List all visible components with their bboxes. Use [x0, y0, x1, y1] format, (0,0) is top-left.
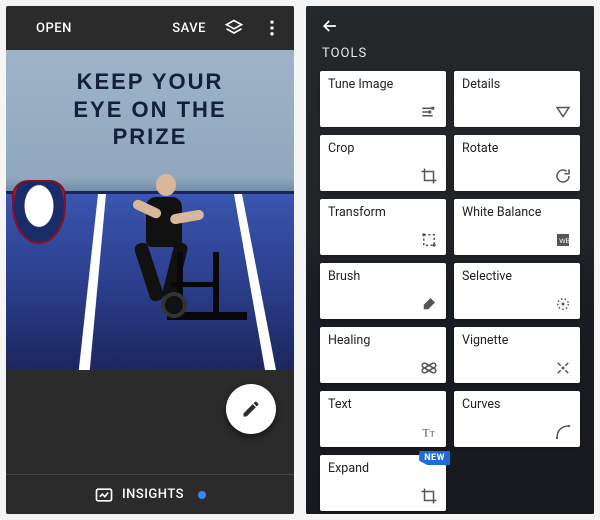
tool-label: Text [328, 397, 438, 412]
overlay-line-1: KEEP YOUR [6, 68, 294, 96]
layers-icon[interactable] [224, 18, 244, 38]
tool-label: Brush [328, 269, 438, 284]
tool-label: Healing [328, 333, 438, 348]
tool-transform[interactable]: Transform [320, 199, 446, 255]
vignette-icon [554, 359, 572, 377]
tools-header [320, 16, 580, 36]
tool-label: Expand [328, 461, 438, 476]
tool-details[interactable]: Details [454, 71, 580, 127]
overlay-line-3: PRIZE [6, 123, 294, 151]
expand-icon [420, 487, 438, 505]
crop-icon [420, 167, 438, 185]
back-arrow-icon[interactable] [320, 16, 340, 36]
edited-image[interactable]: KEEP YOUR EYE ON THE PRIZE [6, 50, 294, 370]
tool-label: Rotate [462, 141, 572, 156]
image-overlay-text: KEEP YOUR EYE ON THE PRIZE [6, 68, 294, 151]
triangle-down-icon [554, 103, 572, 121]
tool-label: Details [462, 77, 572, 92]
selective-icon [554, 295, 572, 313]
tool-expand[interactable]: ExpandNEW [320, 455, 446, 511]
tool-curves[interactable]: Curves [454, 391, 580, 447]
insights-bar[interactable]: INSIGHTS [6, 474, 294, 514]
bandage-icon [420, 359, 438, 377]
tool-selective[interactable]: Selective [454, 263, 580, 319]
transform-icon [420, 231, 438, 249]
brush-icon [420, 295, 438, 313]
save-label: SAVE [172, 21, 206, 36]
open-label: OPEN [36, 21, 72, 36]
text-icon [420, 423, 438, 441]
sliders-icon [420, 103, 438, 121]
canvas-area: KEEP YOUR EYE ON THE PRIZE [6, 50, 294, 474]
edit-fab-button[interactable] [226, 384, 276, 434]
insights-indicator-dot [198, 491, 206, 499]
tool-crop[interactable]: Crop [320, 135, 446, 191]
insights-icon [94, 485, 114, 505]
pencil-icon [241, 399, 261, 419]
tool-label: Transform [328, 205, 438, 220]
wb-icon [554, 231, 572, 249]
tool-healing[interactable]: Healing [320, 327, 446, 383]
editor-topbar: OPEN SAVE [6, 6, 294, 50]
tool-label: Selective [462, 269, 572, 284]
tool-label: White Balance [462, 205, 572, 220]
tool-vignette[interactable]: Vignette [454, 327, 580, 383]
new-badge: NEW [419, 451, 450, 465]
tools-grid: Tune Image Details Crop Rotate Transform Whit… [320, 71, 580, 511]
overflow-menu-icon[interactable] [262, 18, 282, 38]
tool-rotate[interactable]: Rotate [454, 135, 580, 191]
overlay-line-2: EYE ON THE [6, 96, 294, 124]
editor-screen: OPEN SAVE [6, 6, 294, 514]
tool-label: Crop [328, 141, 438, 156]
open-button[interactable]: OPEN [36, 21, 72, 36]
save-button[interactable]: SAVE [172, 21, 206, 36]
tool-text[interactable]: Text [320, 391, 446, 447]
tool-label: Vignette [462, 333, 572, 348]
tools-heading: TOOLS [322, 46, 578, 61]
tool-label: Tune Image [328, 77, 438, 92]
tool-label: Curves [462, 397, 572, 412]
tools-screen: KEEP YOUR EYE ON THE PRIZE TOOLS Tune Im… [306, 6, 594, 514]
tool-brush[interactable]: Brush [320, 263, 446, 319]
insights-label: INSIGHTS [122, 487, 184, 502]
sled-equipment [167, 252, 257, 332]
tool-white-balance[interactable]: White Balance [454, 199, 580, 255]
curves-icon [554, 423, 572, 441]
tool-tune-image[interactable]: Tune Image [320, 71, 446, 127]
rotate-icon [554, 167, 572, 185]
